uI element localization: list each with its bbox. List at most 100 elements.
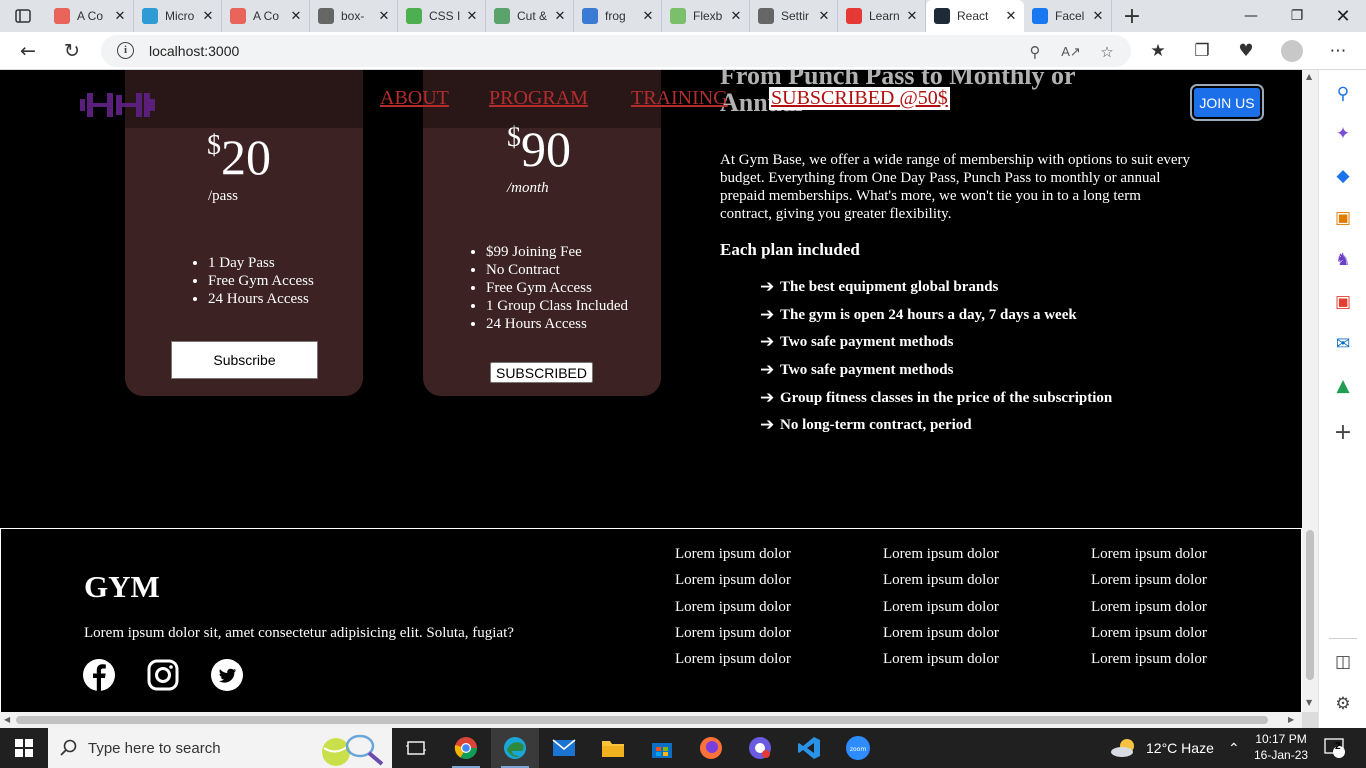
- tools-icon[interactable]: ▣: [1331, 206, 1355, 230]
- tab-actions-menu[interactable]: [0, 0, 46, 32]
- outlook-icon[interactable]: ✉: [1331, 332, 1355, 356]
- games-icon[interactable]: ♞: [1331, 248, 1355, 272]
- taskbar-clock[interactable]: 10:17 PM 16-Jan-23: [1254, 731, 1308, 763]
- add-sidebar-app-icon[interactable]: +: [1331, 420, 1355, 445]
- weather-widget[interactable]: 12°C Haze: [1110, 728, 1214, 768]
- edge-icon[interactable]: [491, 728, 539, 768]
- footer-link[interactable]: Lorem ipsum dolor: [675, 546, 791, 572]
- search-icon[interactable]: ⚲: [1331, 82, 1355, 106]
- instagram-icon[interactable]: [147, 659, 179, 691]
- browser-tab[interactable]: A Co ✕: [222, 0, 310, 32]
- footer-link[interactable]: Lorem ipsum dolor: [1091, 625, 1207, 651]
- browser-tab[interactable]: A Co ✕: [46, 0, 134, 32]
- browser-tab[interactable]: Cut & ✕: [486, 0, 574, 32]
- minimize-button[interactable]: —: [1228, 0, 1274, 32]
- close-tab-icon[interactable]: ✕: [905, 8, 919, 24]
- close-tab-icon[interactable]: ✕: [289, 8, 303, 24]
- browser-tab[interactable]: Facel ✕: [1024, 0, 1112, 32]
- subscribed-badge[interactable]: SUBSCRIBED @50$: [769, 87, 950, 110]
- scroll-left-icon[interactable]: ◀: [4, 715, 10, 724]
- shopping-icon[interactable]: ◆: [1331, 164, 1355, 188]
- messenger-app-icon[interactable]: [736, 728, 784, 768]
- browser-tab[interactable]: Settir ✕: [750, 0, 838, 32]
- site-info-icon[interactable]: i: [117, 42, 134, 59]
- add-favorite-icon[interactable]: ☆: [1095, 40, 1119, 64]
- file-explorer-icon[interactable]: [589, 728, 637, 768]
- vertical-scrollbar[interactable]: ▲ ▼: [1302, 70, 1318, 712]
- close-tab-icon[interactable]: ✕: [201, 8, 215, 24]
- close-tab-icon[interactable]: ✕: [1004, 8, 1018, 24]
- twitter-icon[interactable]: [211, 659, 243, 691]
- search-placeholder[interactable]: Type here to search: [88, 740, 221, 757]
- new-tab-button[interactable]: +: [1112, 4, 1152, 29]
- sidebar-settings-icon[interactable]: ⚙: [1331, 692, 1355, 716]
- close-tab-icon[interactable]: ✕: [465, 8, 479, 24]
- zoom-icon[interactable]: zoom: [834, 728, 882, 768]
- facebook-icon[interactable]: [83, 659, 115, 691]
- browser-tab[interactable]: Flexb ✕: [662, 0, 750, 32]
- close-tab-icon[interactable]: ✕: [729, 8, 743, 24]
- browser-tab[interactable]: box- ✕: [310, 0, 398, 32]
- key-icon[interactable]: ⚲: [1023, 40, 1047, 64]
- task-view-icon[interactable]: [392, 728, 440, 768]
- back-button[interactable]: ←: [13, 36, 43, 66]
- footer-link[interactable]: Lorem ipsum dolor: [1091, 572, 1207, 598]
- scroll-right-icon[interactable]: ▶: [1288, 715, 1294, 724]
- footer-link[interactable]: Lorem ipsum dolor: [675, 572, 791, 598]
- close-tab-icon[interactable]: ✕: [1091, 8, 1105, 24]
- start-button[interactable]: [0, 728, 48, 768]
- notification-center[interactable]: 2: [1324, 728, 1346, 768]
- join-us-button[interactable]: JOIN US: [1190, 84, 1264, 121]
- read-aloud-icon[interactable]: A↗: [1059, 40, 1083, 64]
- close-tab-icon[interactable]: ✕: [817, 8, 831, 24]
- browser-tab[interactable]: frog ✕: [574, 0, 662, 32]
- subscribe-button[interactable]: Subscribe: [171, 341, 318, 379]
- browser-tab[interactable]: CSS I ✕: [398, 0, 486, 32]
- restore-button[interactable]: ❐: [1274, 0, 1320, 32]
- close-window-button[interactable]: ✕: [1320, 0, 1366, 32]
- horizontal-scroll-thumb[interactable]: [16, 716, 1268, 724]
- nav-link-training[interactable]: TRAINING: [631, 87, 728, 110]
- footer-link[interactable]: Lorem ipsum dolor: [883, 546, 999, 572]
- taskbar-search[interactable]: Type here to search: [48, 728, 392, 768]
- office-icon[interactable]: ▣: [1331, 290, 1355, 314]
- footer-link[interactable]: Lorem ipsum dolor: [1091, 599, 1207, 625]
- chrome-icon[interactable]: [442, 728, 490, 768]
- show-hidden-icons[interactable]: ⌃: [1228, 728, 1240, 768]
- dumbbell-logo-icon[interactable]: [80, 91, 160, 124]
- browser-tab[interactable]: Learn ✕: [838, 0, 926, 32]
- footer-link[interactable]: Lorem ipsum dolor: [883, 625, 999, 651]
- footer-link[interactable]: Lorem ipsum dolor: [675, 625, 791, 651]
- subscribed-button[interactable]: SUBSCRIBED: [490, 362, 593, 383]
- horizontal-scrollbar[interactable]: ◀ ▶: [0, 712, 1302, 728]
- address-bar[interactable]: i localhost:3000 ⚲ A↗ ☆: [101, 35, 1131, 67]
- footer-link[interactable]: Lorem ipsum dolor: [883, 651, 999, 677]
- tree-icon[interactable]: ▲: [1331, 374, 1355, 398]
- nav-link-about[interactable]: ABOUT: [380, 87, 449, 110]
- browser-tab[interactable]: Micro ✕: [134, 0, 222, 32]
- collections-icon[interactable]: ❐: [1187, 36, 1217, 66]
- vertical-scroll-thumb[interactable]: [1306, 530, 1314, 680]
- close-tab-icon[interactable]: ✕: [641, 8, 655, 24]
- mail-icon[interactable]: [540, 728, 588, 768]
- close-tab-icon[interactable]: ✕: [113, 8, 127, 24]
- scroll-down-icon[interactable]: ▼: [1306, 698, 1312, 707]
- close-tab-icon[interactable]: ✕: [377, 8, 391, 24]
- vscode-icon[interactable]: [785, 728, 833, 768]
- browser-tab[interactable]: React ✕: [926, 0, 1024, 32]
- nav-link-program[interactable]: PROGRAM: [489, 87, 588, 110]
- scroll-up-icon[interactable]: ▲: [1306, 72, 1312, 81]
- profile-avatar[interactable]: [1277, 36, 1307, 66]
- hide-sidebar-icon[interactable]: ◫: [1331, 650, 1355, 674]
- footer-link[interactable]: Lorem ipsum dolor: [883, 572, 999, 598]
- footer-link[interactable]: Lorem ipsum dolor: [675, 599, 791, 625]
- close-tab-icon[interactable]: ✕: [553, 8, 567, 24]
- browser-essentials-icon[interactable]: ♥: [1231, 36, 1261, 66]
- footer-link[interactable]: Lorem ipsum dolor: [883, 599, 999, 625]
- settings-more-icon[interactable]: ⋯: [1323, 36, 1353, 66]
- footer-link[interactable]: Lorem ipsum dolor: [1091, 546, 1207, 572]
- discover-icon[interactable]: ✦: [1331, 122, 1355, 146]
- firefox-icon[interactable]: [687, 728, 735, 768]
- footer-link[interactable]: Lorem ipsum dolor: [1091, 651, 1207, 677]
- footer-link[interactable]: Lorem ipsum dolor: [675, 651, 791, 677]
